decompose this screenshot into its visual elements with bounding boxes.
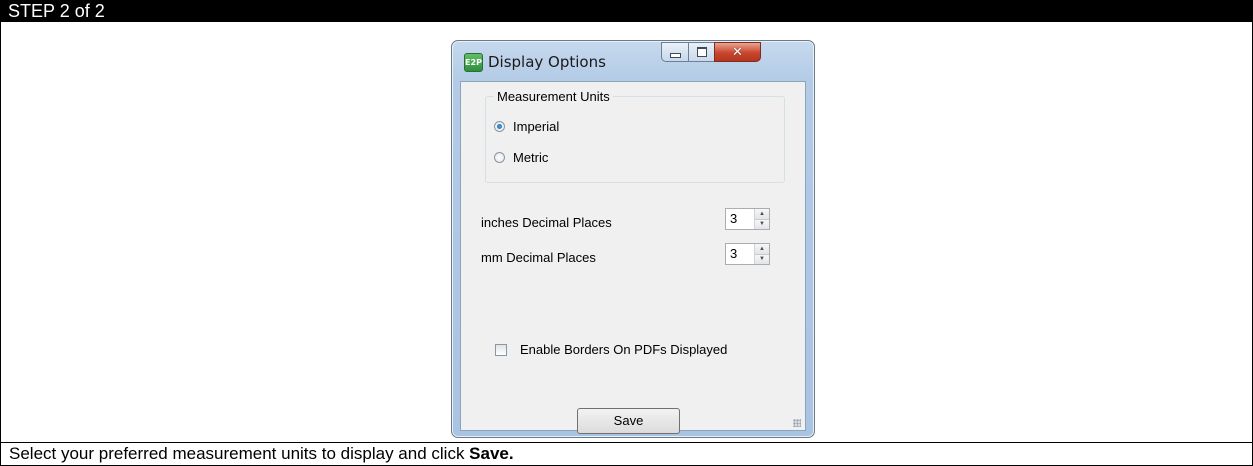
- instruction-save-emphasis: Save.: [469, 444, 514, 463]
- minimize-icon: [669, 52, 681, 58]
- enable-borders-option[interactable]: Enable Borders On PDFs Displayed: [495, 342, 727, 357]
- mm-decimal-value[interactable]: 3: [726, 244, 754, 264]
- mm-decimal-stepper[interactable]: 3 ▲ ▼: [725, 243, 770, 265]
- window-title: Display Options: [488, 53, 606, 71]
- inches-decimal-value[interactable]: 3: [726, 209, 754, 229]
- mm-decimal-label: mm Decimal Places: [481, 250, 596, 265]
- close-button[interactable]: ✕: [714, 42, 761, 62]
- resize-grip-icon[interactable]: [793, 419, 801, 427]
- spin-up-icon[interactable]: ▲: [755, 209, 769, 220]
- step-label: STEP 2 of 2: [8, 1, 105, 21]
- caption-buttons: ✕: [661, 42, 761, 64]
- save-button[interactable]: Save: [577, 408, 680, 434]
- instruction-footer: Select your preferred measurement units …: [0, 443, 1253, 466]
- spin-down-icon[interactable]: ▼: [755, 219, 769, 229]
- spin-down-icon[interactable]: ▼: [755, 254, 769, 264]
- enable-borders-label: Enable Borders On PDFs Displayed: [520, 342, 728, 357]
- radio-button-metric[interactable]: [494, 152, 505, 163]
- group-legend: Measurement Units: [494, 89, 613, 104]
- app-icon: E2P: [464, 53, 483, 72]
- radio-label-imperial: Imperial: [513, 119, 560, 134]
- display-options-window: E2P Display Options ✕ Measurement Units …: [451, 40, 815, 438]
- measurement-units-group: Measurement Units Imperial Metric: [485, 89, 785, 183]
- radio-imperial[interactable]: Imperial: [494, 119, 559, 134]
- instruction-text: Select your preferred measurement units …: [9, 444, 470, 463]
- dialog-client-area: Measurement Units Imperial Metric inches…: [460, 81, 806, 434]
- minimize-button[interactable]: [661, 42, 688, 62]
- inches-decimal-label: inches Decimal Places: [481, 215, 612, 230]
- mm-spin-buttons: ▲ ▼: [754, 244, 769, 264]
- radio-selected-icon: [497, 124, 502, 129]
- close-icon: ✕: [732, 44, 743, 60]
- radio-label-metric: Metric: [513, 150, 549, 165]
- maximize-icon: [696, 47, 707, 57]
- enable-borders-checkbox[interactable]: [495, 343, 507, 356]
- spin-up-icon[interactable]: ▲: [755, 244, 769, 255]
- radio-metric[interactable]: Metric: [494, 150, 548, 165]
- inches-spin-buttons: ▲ ▼: [754, 209, 769, 229]
- inches-decimal-stepper[interactable]: 3 ▲ ▼: [725, 208, 770, 230]
- maximize-button[interactable]: [688, 42, 714, 62]
- step-header: STEP 2 of 2: [0, 0, 1253, 22]
- radio-button-imperial[interactable]: [494, 121, 505, 132]
